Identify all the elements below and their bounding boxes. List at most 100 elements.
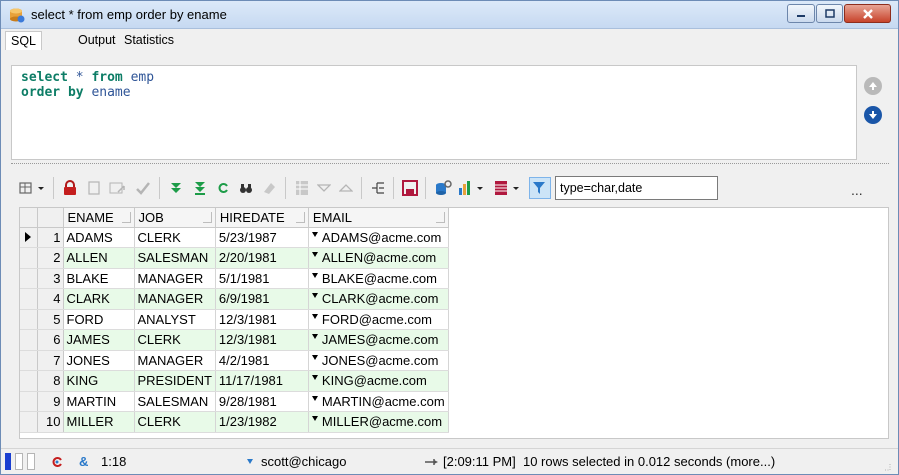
cell-email[interactable]: JAMES@acme.com [308, 329, 449, 351]
cell-ename[interactable]: ADAMS [63, 227, 135, 248]
refresh-button[interactable] [215, 179, 231, 197]
cell-hiredate[interactable]: 1/23/1982 [215, 411, 309, 433]
lock-button[interactable] [61, 179, 79, 197]
cell-ename[interactable]: MARTIN [63, 391, 135, 412]
maximize-button[interactable] [816, 4, 843, 23]
record-view-button[interactable] [369, 179, 387, 197]
cell-ename[interactable]: JONES [63, 350, 135, 371]
filter-toggle-button[interactable] [529, 177, 551, 199]
dropdown-indicator-icon[interactable] [311, 231, 318, 237]
row-selector[interactable] [20, 391, 38, 412]
fetch-next-button[interactable] [167, 179, 185, 197]
dropdown-indicator-icon[interactable] [311, 252, 318, 258]
cell-hiredate[interactable]: 6/9/1981 [215, 288, 309, 310]
cell-job[interactable]: MANAGER [134, 350, 216, 371]
layout-menu-button[interactable] [493, 179, 523, 197]
cell-job[interactable]: ANALYST [134, 309, 216, 330]
table-row[interactable]: 10 MILLER CLERK 1/23/1982 MILLER@acme.co… [20, 411, 449, 433]
table-row[interactable]: 1 ADAMS CLERK 5/23/1987 ADAMS@acme.com [20, 227, 449, 248]
cell-email[interactable]: FORD@acme.com [308, 309, 449, 330]
cell-ename[interactable]: ALLEN [63, 247, 135, 269]
cell-ename[interactable]: MILLER [63, 411, 135, 433]
cell-hiredate[interactable]: 12/3/1981 [215, 309, 309, 330]
table-row[interactable]: 4 CLARK MANAGER 6/9/1981 CLARK@acme.com [20, 288, 449, 310]
cell-job[interactable]: CLERK [134, 329, 216, 351]
table-row[interactable]: 7 JONES MANAGER 4/2/1981 JONES@acme.com [20, 350, 449, 371]
dropdown-indicator-icon[interactable] [311, 416, 318, 422]
cell-job[interactable]: PRESIDENT [134, 370, 216, 392]
cell-hiredate[interactable]: 11/17/1981 [215, 370, 309, 392]
cell-email[interactable]: ADAMS@acme.com [308, 227, 449, 248]
dropdown-indicator-icon[interactable] [311, 293, 318, 299]
dropdown-indicator-icon[interactable] [311, 272, 318, 278]
table-row[interactable]: 2 ALLEN SALESMAN 2/20/1981 ALLEN@acme.co… [20, 247, 449, 269]
table-row[interactable]: 6 JAMES CLERK 12/3/1981 JAMES@acme.com [20, 329, 449, 351]
sql-editor[interactable]: select * from emp order by ename [11, 65, 857, 160]
table-row[interactable]: 9 MARTIN SALESMAN 9/28/1981 MARTIN@acme.… [20, 391, 449, 412]
title-bar[interactable]: select * from emp order by ename [1, 1, 898, 29]
row-selector[interactable] [20, 268, 38, 289]
cell-job[interactable]: MANAGER [134, 268, 216, 289]
row-selector[interactable] [20, 350, 38, 371]
connection-name[interactable]: scott@chicago [261, 454, 346, 469]
cell-ename[interactable]: KING [63, 370, 135, 392]
cell-email[interactable]: ALLEN@acme.com [308, 247, 449, 269]
status-message[interactable]: [2:09:11 PM] 10 rows selected in 0.012 s… [443, 454, 775, 469]
row-selector[interactable] [20, 247, 38, 269]
cell-hiredate[interactable]: 5/1/1981 [215, 268, 309, 289]
cell-ename[interactable]: BLAKE [63, 268, 135, 289]
cell-ename[interactable]: JAMES [63, 329, 135, 351]
pane-splitter[interactable] [11, 163, 889, 165]
cell-email[interactable]: JONES@acme.com [308, 350, 449, 371]
minimize-button[interactable] [787, 4, 815, 23]
resize-grip-icon[interactable] [881, 461, 891, 471]
cell-job[interactable]: SALESMAN [134, 247, 216, 269]
fetch-all-button[interactable] [191, 179, 209, 197]
row-selector[interactable] [20, 329, 38, 351]
cell-email[interactable]: MILLER@acme.com [308, 411, 449, 433]
results-grid[interactable]: ENAME JOB HIREDATE EMAIL 1 ADAMS CLERK 5… [19, 207, 889, 439]
cell-job[interactable]: CLERK [134, 411, 216, 433]
clear-button[interactable] [259, 179, 279, 197]
move-down-button[interactable] [315, 179, 333, 197]
new-row-button[interactable] [85, 179, 103, 197]
database-settings-button[interactable] [433, 179, 453, 197]
column-resize-handle[interactable] [435, 212, 445, 223]
more-options-button[interactable]: ... [851, 182, 863, 198]
column-resize-handle[interactable] [295, 212, 305, 223]
cell-hiredate[interactable]: 12/3/1981 [215, 329, 309, 351]
column-header-ename[interactable]: ENAME [63, 208, 135, 228]
tab-sql[interactable]: SQL [5, 31, 43, 50]
cell-job[interactable]: CLERK [134, 227, 216, 248]
cell-hiredate[interactable]: 5/23/1987 [215, 227, 309, 248]
cell-hiredate[interactable]: 9/28/1981 [215, 391, 309, 412]
column-header-email[interactable]: EMAIL [308, 208, 449, 228]
cell-hiredate[interactable]: 4/2/1981 [215, 350, 309, 371]
table-row[interactable]: 5 FORD ANALYST 12/3/1981 FORD@acme.com [20, 309, 449, 330]
dropdown-indicator-icon[interactable] [311, 334, 318, 340]
dropdown-indicator-icon[interactable] [311, 313, 318, 319]
dropdown-indicator-icon[interactable] [311, 395, 318, 401]
move-up-button[interactable] [337, 179, 355, 197]
column-resize-handle[interactable] [121, 212, 131, 223]
dropdown-indicator-icon[interactable] [311, 354, 318, 360]
cell-email[interactable]: MARTIN@acme.com [308, 391, 449, 412]
history-up-button[interactable] [864, 77, 882, 95]
cell-email[interactable]: CLARK@acme.com [308, 288, 449, 310]
history-down-button[interactable] [864, 106, 882, 124]
connection-dropdown-icon[interactable] [247, 459, 253, 464]
cell-email[interactable]: KING@acme.com [308, 370, 449, 392]
tab-statistics[interactable]: Statistics [119, 31, 179, 50]
dropdown-indicator-icon[interactable] [311, 375, 318, 381]
save-button[interactable] [401, 179, 419, 197]
find-button[interactable] [237, 179, 255, 197]
columns-menu-button[interactable] [17, 179, 47, 197]
row-selector[interactable] [20, 309, 38, 330]
post-edit-button[interactable] [133, 179, 153, 197]
export-button[interactable] [293, 179, 311, 197]
table-row[interactable]: 3 BLAKE MANAGER 5/1/1981 BLAKE@acme.com [20, 268, 449, 289]
refresh-clock-icon[interactable] [51, 455, 63, 469]
row-selector[interactable] [20, 370, 38, 392]
cell-ename[interactable]: FORD [63, 309, 135, 330]
close-button[interactable] [844, 4, 891, 23]
